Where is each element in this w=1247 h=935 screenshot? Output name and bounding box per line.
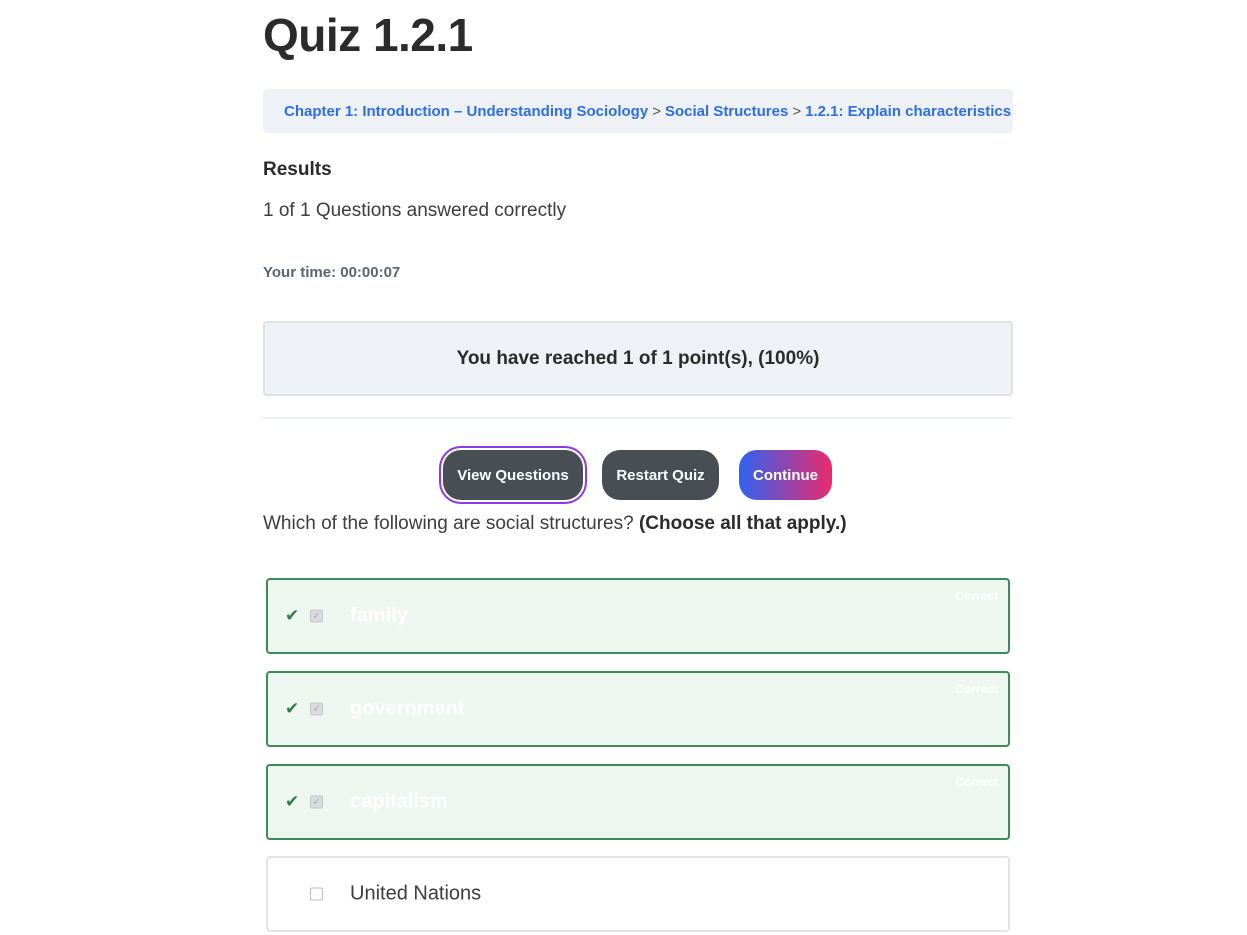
checkbox-icon[interactable]: ✓: [310, 795, 323, 809]
points-summary: You have reached 1 of 1 point(s), (100%): [263, 321, 1013, 396]
checkmark-icon: ✔: [285, 606, 300, 625]
option-label: family: [350, 604, 408, 627]
correct-tag: Correct: [955, 682, 998, 696]
divider: [263, 417, 1013, 419]
breadcrumb: Chapter 1: Introduction – Understanding …: [263, 89, 1013, 133]
answer-option-family[interactable]: ✔ ✓ family Correct: [266, 578, 1010, 654]
breadcrumb-separator: >: [792, 102, 802, 120]
breadcrumb-topic-link[interactable]: 1.2.1: Explain characteristics: [805, 103, 1011, 120]
checkbox-icon[interactable]: [310, 887, 323, 901]
restart-quiz-button[interactable]: Restart Quiz: [602, 450, 719, 500]
question-prompt: Which of the following are social struct…: [263, 513, 634, 534]
page-title: Quiz 1.2.1: [263, 9, 473, 61]
checkbox-icon[interactable]: ✓: [310, 609, 323, 623]
correct-tag: Correct: [955, 589, 998, 603]
results-heading: Results: [263, 159, 332, 180]
checkmark-icon: ✔: [285, 699, 300, 718]
option-label: government: [350, 697, 465, 720]
answer-option-government[interactable]: ✔ ✓ government Correct: [266, 671, 1010, 747]
continue-button[interactable]: Continue: [739, 450, 832, 500]
option-label: United Nations: [350, 882, 482, 905]
checkmark-icon: ✔: [285, 792, 300, 811]
time-taken: Your time: 00:00:07: [263, 264, 401, 281]
breadcrumb-section-link[interactable]: Social Structures: [665, 103, 788, 120]
question-text: Which of the following are social struct…: [263, 513, 847, 535]
checkbox-icon[interactable]: ✓: [310, 702, 323, 716]
question-instruction: (Choose all that apply.): [638, 513, 847, 534]
breadcrumb-separator: >: [652, 102, 661, 120]
answered-summary: 1 of 1 Questions answered correctly: [263, 200, 567, 221]
breadcrumb-chapter-link[interactable]: Chapter 1: Introduction – Understanding …: [284, 103, 648, 120]
answer-option-capitalism[interactable]: ✔ ✓ capitalism Correct: [266, 764, 1010, 840]
view-questions-button[interactable]: View Questions: [443, 450, 583, 500]
option-label: capitalism: [350, 790, 448, 813]
answer-option-united-nations[interactable]: United Nations: [266, 856, 1010, 932]
correct-tag: Correct: [955, 775, 998, 789]
